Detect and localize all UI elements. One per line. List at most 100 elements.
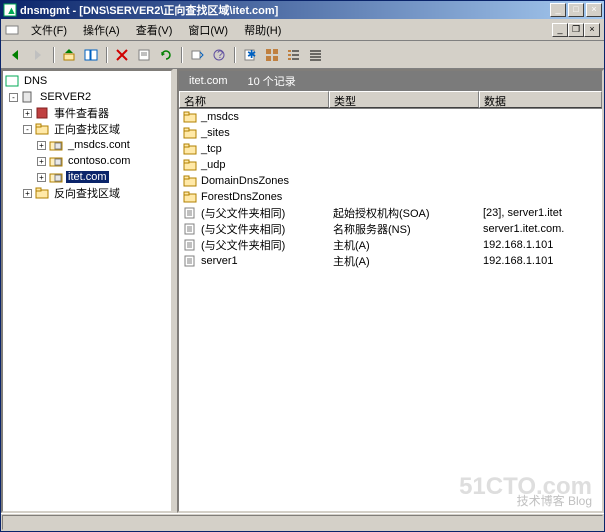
svg-text:?: ? [217,49,223,61]
row-name: DomainDnsZones [201,175,289,187]
row-data: server1.itet.com. [479,223,602,235]
refresh-button[interactable] [155,44,177,66]
up-button[interactable] [58,44,80,66]
folder-icon [183,143,197,155]
mdi-minimize-button[interactable]: _ [552,23,568,37]
show-hide-button[interactable] [80,44,102,66]
expander-icon[interactable]: + [23,189,32,198]
minimize-button[interactable]: _ [550,3,566,17]
col-name[interactable]: 名称 [179,91,329,108]
list-row[interactable]: (与父文件夹相同)名称服务器(NS)server1.itet.com. [179,221,602,237]
toolbar-divider [106,47,107,63]
row-name: _msdcs [201,111,239,123]
list-row[interactable]: DomainDnsZones [179,173,602,189]
list-row[interactable]: _tcp [179,141,602,157]
list-row[interactable]: (与父文件夹相同) 主机(A)192.168.1.101 [179,237,602,253]
book-icon [35,107,49,119]
status-bar [1,513,604,531]
list-row[interactable]: ForestDnsZones [179,189,602,205]
col-data[interactable]: 数据 [479,91,602,108]
expander-icon[interactable]: + [37,141,46,150]
list-header: 名称 类型 数据 [179,91,602,109]
list-row[interactable]: _sites [179,125,602,141]
col-type[interactable]: 类型 [329,91,479,108]
expander-icon[interactable]: + [23,109,32,118]
menu-window[interactable]: 窗口(W) [180,20,236,40]
record-icon [183,207,197,219]
help-button[interactable]: ? [208,44,230,66]
folder-icon [183,111,197,123]
record-icon [183,239,197,251]
view-list-button[interactable] [283,44,305,66]
expander-icon[interactable]: - [23,125,32,134]
expander-icon[interactable]: + [37,157,46,166]
folder-icon [183,175,197,187]
list-row[interactable]: _udp [179,157,602,173]
tree-panel[interactable]: DNS - SERVER2 + 事件查看器 - [1,69,173,513]
titlebar: ▲ dnsmgmt - [DNS\SERVER2\正向查找区域\itet.com… [1,1,604,19]
expander-icon[interactable]: - [9,93,18,102]
row-name: _tcp [201,143,222,155]
folder-icon [183,191,197,203]
watermark: 51CTO.com [459,473,592,501]
tree-forward-zone[interactable]: - 正向查找区域 [5,121,169,137]
tree-root-dns[interactable]: DNS [5,73,169,89]
mdi-restore-button[interactable]: ❐ [568,23,584,37]
row-name: (与父文件夹相同) [201,205,285,221]
row-data: [23], server1.itet [479,207,602,219]
window-title: dnsmgmt - [DNS\SERVER2\正向查找区域\itet.com] [20,2,550,18]
menu-view[interactable]: 查看(V) [128,20,181,40]
zone-open-icon [49,171,63,183]
tree-reverse-zone[interactable]: + 反向查找区域 [5,185,169,201]
folder-icon [183,127,197,139]
tree-server[interactable]: - SERVER2 [5,89,169,105]
row-name: server1 [201,255,238,267]
row-type: 主机(A) [329,253,479,269]
record-icon [183,223,197,235]
record-icon [183,255,197,267]
tree-zone-msdcs[interactable]: + _msdcs.cont [5,137,169,153]
svg-text:✱: ✱ [247,49,256,61]
watermark-sub: 技术博客 Blog [517,492,592,509]
row-data: 192.168.1.101 [479,255,602,267]
export-button[interactable] [186,44,208,66]
tree-zone-itet[interactable]: + itet.com [5,169,169,185]
list-row[interactable]: (与父文件夹相同)起始授权机构(SOA)[23], server1.itet [179,205,602,221]
list-row[interactable]: _msdcs [179,109,602,125]
status-cell [2,515,603,530]
new-record-button[interactable]: ✱ [239,44,261,66]
menu-help[interactable]: 帮助(H) [236,20,289,40]
zone-icon [49,139,63,151]
menu-action[interactable]: 操作(A) [75,20,128,40]
tree-zone-contoso[interactable]: + contoso.com [5,153,169,169]
row-data: 192.168.1.101 [479,239,602,251]
menu-bar: 文件(F) 操作(A) 查看(V) 窗口(W) 帮助(H) _ ❐ × [1,19,604,41]
folder-icon [183,159,197,171]
close-button[interactable]: × [586,3,602,17]
svg-text:▲: ▲ [6,5,17,17]
maximize-button[interactable]: □ [568,3,584,17]
view-large-button[interactable] [261,44,283,66]
row-name: ForestDnsZones [201,191,282,203]
toolbar-divider [181,47,182,63]
row-name: _sites [201,127,230,139]
row-name: (与父文件夹相同) [201,237,285,253]
back-button[interactable] [5,44,27,66]
tree-event-viewer[interactable]: + 事件查看器 [5,105,169,121]
app-icon: ▲ [3,3,17,17]
console-icon [5,23,19,37]
view-details-button[interactable] [305,44,327,66]
zone-icon [49,155,63,167]
forward-button[interactable] [27,44,49,66]
menu-file[interactable]: 文件(F) [23,20,75,40]
folder-icon [35,123,49,135]
row-name: _udp [201,159,225,171]
list-row[interactable]: server1 主机(A)192.168.1.101 [179,253,602,269]
list-body[interactable]: _msdcs _sites _tcp _udp DomainDnsZones Forest… [179,109,602,511]
properties-button[interactable] [133,44,155,66]
expander-icon[interactable]: + [37,173,46,182]
delete-button[interactable] [111,44,133,66]
row-type: 主机(A) [329,237,479,253]
mdi-close-button[interactable]: × [584,23,600,37]
zone-header: itet.com 10 个记录 [179,71,602,91]
